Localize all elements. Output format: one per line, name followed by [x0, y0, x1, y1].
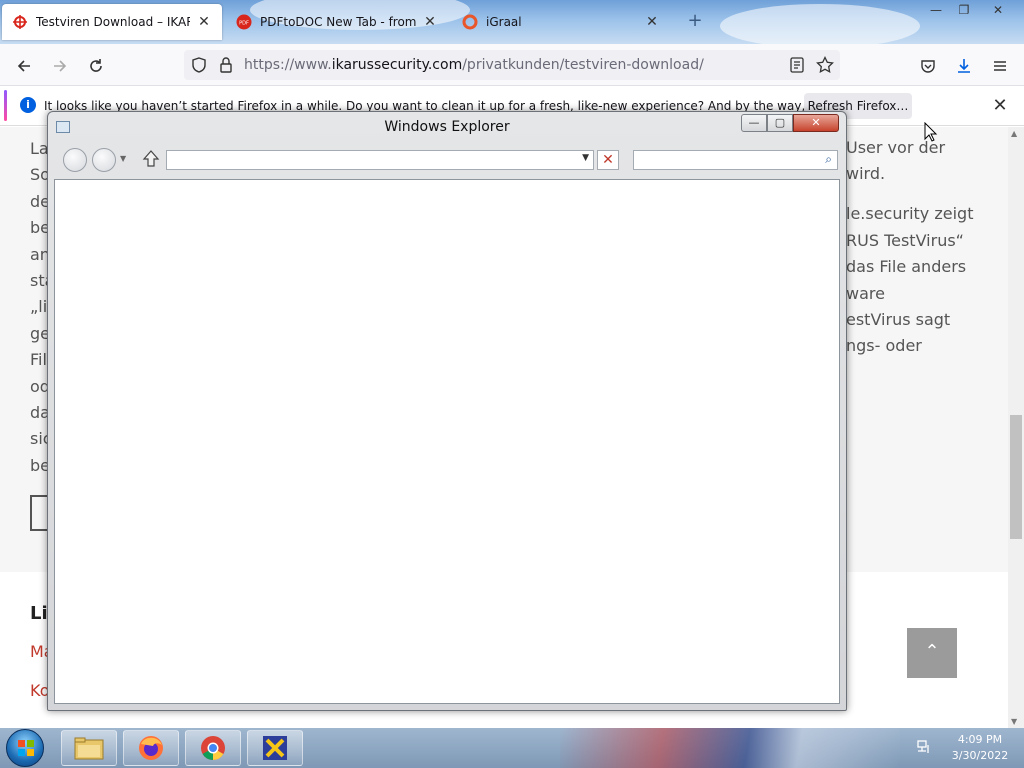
browser-tab-strip: Testviren Download – IKARUS S ✕ PDF PDFt…	[0, 0, 1024, 48]
chrome-icon	[201, 736, 225, 760]
scroll-up-icon[interactable]: ▲	[1011, 129, 1017, 138]
explorer-address-bar[interactable]: ▼	[166, 150, 594, 170]
pdf-icon: PDF	[236, 14, 252, 30]
mouse-cursor-icon	[924, 121, 938, 146]
tab-title: Testviren Download – IKARUS S	[36, 15, 190, 29]
tab-testviren-download[interactable]: Testviren Download – IKARUS S ✕	[2, 4, 222, 40]
explorer-title-bar[interactable]: Windows Explorer — ▢ ✕	[48, 112, 846, 142]
system-tray: 4:09 PM 3/30/2022	[910, 728, 1024, 768]
up-arrow-icon	[142, 150, 160, 167]
close-tab-icon[interactable]: ✕	[422, 14, 438, 30]
search-icon[interactable]: ⌕	[825, 152, 832, 167]
windows-taskbar: 4:09 PM 3/30/2022	[0, 728, 1024, 768]
history-dropdown-icon[interactable]: ▼	[120, 154, 126, 163]
scrollbar-thumb[interactable]	[1010, 415, 1022, 539]
hamburger-menu-icon	[994, 61, 1006, 71]
clock-time: 4:09 PM	[957, 733, 1003, 746]
explorer-content-pane[interactable]	[54, 179, 840, 704]
app-x-icon	[263, 736, 287, 760]
firefox-icon	[139, 736, 163, 760]
network-icon[interactable]	[916, 739, 932, 759]
body-text-fragment: RUS TestVirus“	[846, 231, 964, 250]
body-text-fragment: ware	[846, 284, 885, 303]
scroll-down-icon[interactable]: ▼	[1011, 717, 1017, 726]
arrow-left-icon	[17, 60, 30, 72]
navigation-toolbar: https://www.ikarussecurity.com/privatkun…	[0, 44, 1024, 86]
body-text-fragment: le.security zeigt	[846, 204, 974, 223]
explorer-close-button[interactable]: ✕	[793, 114, 839, 132]
download-button-fragment[interactable]	[30, 495, 48, 531]
new-tab-button[interactable]: +	[684, 10, 706, 32]
windows-logo-icon	[18, 740, 34, 756]
scroll-to-top-button[interactable]: ⌃	[907, 628, 957, 678]
body-text-fragment: Fil	[30, 350, 47, 369]
body-text-fragment: wird.	[846, 164, 886, 183]
menu-button[interactable]	[986, 52, 1014, 80]
bookmark-star-icon[interactable]	[816, 55, 834, 78]
close-tab-icon[interactable]: ✕	[196, 14, 212, 30]
folder-icon	[74, 737, 104, 760]
url-domain: ikarussecurity.com	[331, 57, 463, 73]
close-notification-icon[interactable]: ✕	[988, 94, 1012, 118]
svg-text:PDF: PDF	[239, 21, 249, 27]
reader-view-icon[interactable]	[790, 57, 804, 77]
taskbar-file-explorer[interactable]	[61, 730, 117, 766]
body-text-fragment: das File anders	[846, 257, 967, 276]
info-icon: i	[20, 97, 36, 113]
igraal-icon	[462, 14, 478, 30]
footer-heading: Li	[30, 603, 48, 624]
ikarus-icon	[12, 14, 28, 30]
explorer-maximize-button[interactable]: ▢	[767, 114, 793, 132]
body-text-fragment: La	[30, 139, 49, 158]
explorer-back-button[interactable]	[63, 148, 87, 172]
tab-pdftodoc[interactable]: PDF PDFtoDOC New Tab - frompdft ✕	[226, 4, 448, 40]
back-button[interactable]	[10, 52, 38, 80]
sky-cloud	[720, 4, 920, 48]
body-text-fragment: estVirus sagt	[846, 310, 951, 329]
lock-icon[interactable]	[220, 57, 232, 77]
tab-igraal[interactable]: iGraal ✕	[452, 4, 670, 40]
explorer-minimize-button[interactable]: —	[741, 114, 767, 132]
taskbar-chrome[interactable]	[185, 730, 241, 766]
explorer-toolbar: ▼ ▼ ✕ ⌕	[48, 146, 846, 176]
shield-icon[interactable]	[192, 57, 206, 77]
desktop: Testviren Download – IKARUS S ✕ PDF PDFt…	[0, 0, 1024, 768]
body-text-fragment: ngs- oder	[846, 336, 922, 355]
stop-button[interactable]: ✕	[597, 150, 619, 170]
pocket-icon	[921, 60, 935, 73]
reload-button[interactable]	[82, 52, 110, 80]
tab-title: iGraal	[486, 15, 522, 29]
address-dropdown-icon[interactable]: ▼	[582, 153, 589, 163]
explorer-forward-button[interactable]	[92, 148, 116, 172]
url-text[interactable]: https://www.ikarussecurity.com/privatkun…	[244, 57, 704, 73]
download-icon	[958, 59, 970, 73]
restore-window-button[interactable]: ❐	[950, 0, 978, 20]
windows-explorer-window[interactable]: Windows Explorer — ▢ ✕ ▼ ▼ ✕ ⌕	[47, 111, 847, 711]
notification-accent-stripe	[4, 90, 7, 121]
reload-icon	[90, 59, 102, 72]
tab-title: PDFtoDOC New Tab - frompdft	[260, 15, 416, 29]
close-window-button[interactable]: ✕	[984, 0, 1012, 20]
url-bar[interactable]: https://www.ikarussecurity.com/privatkun…	[184, 50, 840, 80]
taskbar-firefox[interactable]	[123, 730, 179, 766]
url-path: /privatkunden/testviren-download/	[462, 57, 704, 73]
up-folder-button[interactable]	[142, 149, 160, 173]
taskbar-app[interactable]	[247, 730, 303, 766]
explorer-search-box[interactable]: ⌕	[633, 150, 838, 170]
minimize-window-button[interactable]: —	[922, 0, 950, 20]
system-clock[interactable]: 4:09 PM 3/30/2022	[940, 732, 1020, 764]
downloads-button[interactable]	[950, 52, 978, 80]
clock-date: 3/30/2022	[951, 749, 1009, 762]
url-prefix: https://www.	[244, 57, 332, 73]
close-tab-icon[interactable]: ✕	[644, 14, 660, 30]
forward-button[interactable]	[46, 52, 74, 80]
start-button[interactable]	[6, 729, 44, 767]
page-scrollbar[interactable]: ▲ ▼	[1008, 127, 1024, 728]
arrow-right-icon	[54, 60, 67, 72]
wallpaper-fragment	[560, 728, 900, 768]
pocket-button[interactable]	[914, 52, 942, 80]
explorer-title: Windows Explorer	[384, 119, 510, 135]
